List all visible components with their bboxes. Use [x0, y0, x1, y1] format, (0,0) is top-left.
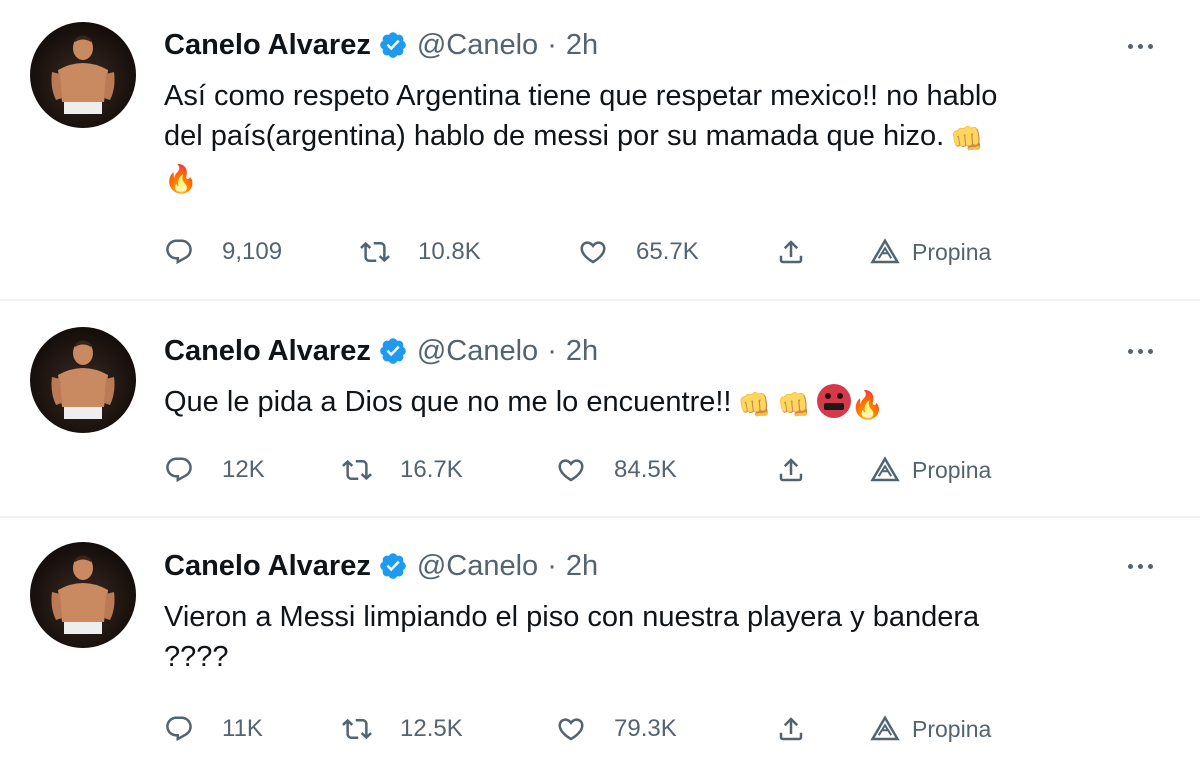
- retweet-icon: [342, 718, 372, 740]
- fire-emoji: 🔥: [164, 164, 198, 194]
- timestamp[interactable]: 2h: [566, 550, 598, 583]
- heart-icon: [558, 718, 584, 741]
- tweet-actions: 12K 16.7K 84.5K Propina: [164, 450, 1044, 490]
- more-horizontal-icon[interactable]: [1120, 26, 1160, 66]
- tweet[interactable]: Canelo Alvarez @Canelo · 2h Que le pida …: [0, 301, 1200, 517]
- share-button[interactable]: [776, 709, 806, 749]
- retweet-button[interactable]: 10.8K: [360, 232, 481, 272]
- tip-label: Propina: [912, 238, 992, 265]
- tweet-text-line: ????: [164, 641, 229, 673]
- author-name[interactable]: Canelo Alvarez: [164, 29, 371, 62]
- retweet-count: 12.5K: [400, 715, 463, 742]
- share-upload-icon: [779, 717, 803, 741]
- retweet-icon: [342, 459, 372, 481]
- tweet[interactable]: Canelo Alvarez @Canelo · 2h Vieron a Mes…: [0, 518, 1200, 767]
- author-name[interactable]: Canelo Alvarez: [164, 550, 371, 583]
- reply-bubble-icon: [166, 457, 192, 483]
- author-handle[interactable]: @Canelo: [417, 335, 538, 368]
- retweet-icon: [360, 241, 390, 263]
- tweet-text-line: Vieron a Messi limpiando el piso con nue…: [164, 601, 980, 633]
- avatar-photo: [51, 35, 115, 114]
- author-handle[interactable]: @Canelo: [417, 550, 538, 583]
- retweet-button[interactable]: 12.5K: [342, 709, 463, 749]
- fist-emoji: 👊: [950, 124, 984, 154]
- share-button[interactable]: [776, 450, 806, 490]
- retweet-count: 16.7K: [400, 456, 463, 483]
- reply-bubble-icon: [166, 239, 192, 265]
- more-horizontal-icon[interactable]: [1120, 546, 1160, 586]
- reply-count: 12K: [222, 456, 265, 483]
- fist-emoji: 👊: [777, 390, 811, 420]
- tip-triangle-icon: [870, 238, 900, 264]
- fire-emoji: 🔥: [850, 390, 885, 420]
- author-name[interactable]: Canelo Alvarez: [164, 335, 371, 368]
- share-upload-icon: [779, 458, 803, 482]
- verified-badge-icon: [380, 32, 406, 58]
- tip-label: Propina: [912, 456, 992, 483]
- verified-badge-icon: [380, 553, 406, 579]
- tweet-text: Así como respeto Argentina tiene que res…: [164, 76, 1164, 196]
- reply-button[interactable]: 11K: [164, 709, 263, 749]
- retweet-button[interactable]: 16.7K: [342, 450, 463, 490]
- tweet-text: Que le pida a Dios que no me lo encuentr…: [164, 382, 1164, 422]
- tweet-text-line: Que le pida a Dios que no me lo encuentr…: [164, 386, 732, 418]
- tip-label: Propina: [912, 715, 992, 742]
- avatar[interactable]: [30, 327, 136, 433]
- tweet-feed: Canelo Alvarez @Canelo · 2h Así como res…: [0, 0, 1200, 767]
- reply-button[interactable]: 12K: [164, 450, 265, 490]
- avatar[interactable]: [30, 542, 136, 648]
- tweet-text-line: Así como respeto Argentina tiene que res…: [164, 80, 998, 112]
- share-upload-icon: [779, 240, 803, 264]
- avatar-photo: [51, 340, 115, 419]
- tweet-actions: 11K 12.5K 79.3K Propina: [164, 709, 1044, 749]
- tweet[interactable]: Canelo Alvarez @Canelo · 2h Así como res…: [0, 0, 1200, 300]
- heart-icon: [580, 241, 606, 264]
- like-button[interactable]: 65.7K: [578, 232, 699, 272]
- retweet-count: 10.8K: [418, 238, 481, 265]
- reply-count: 9,109: [222, 238, 283, 265]
- timestamp[interactable]: 2h: [566, 29, 598, 62]
- separator-dot: ·: [547, 334, 557, 367]
- separator-dot: ·: [547, 549, 557, 582]
- tweet-header: Canelo Alvarez @Canelo · 2h: [164, 546, 598, 586]
- separator-dot: ·: [547, 28, 557, 61]
- avatar-photo: [51, 555, 115, 634]
- like-count: 79.3K: [614, 715, 677, 742]
- like-button[interactable]: 79.3K: [556, 709, 677, 749]
- more-horizontal-icon[interactable]: [1120, 331, 1160, 371]
- tweet-header: Canelo Alvarez @Canelo · 2h: [164, 25, 598, 65]
- angry-face-emoji: [816, 384, 851, 418]
- tweet-header: Canelo Alvarez @Canelo · 2h: [164, 331, 598, 371]
- heart-icon: [558, 459, 584, 482]
- tweet-text: Vieron a Messi limpiando el piso con nue…: [164, 597, 1164, 677]
- timestamp[interactable]: 2h: [566, 335, 598, 368]
- reply-bubble-icon: [166, 716, 192, 742]
- author-handle[interactable]: @Canelo: [417, 29, 538, 62]
- tweet-actions: 9,109 10.8K 65.7K Propina: [164, 232, 1044, 272]
- tip-triangle-icon: [870, 456, 900, 482]
- tip-button[interactable]: Propina: [870, 232, 991, 272]
- reply-count: 11K: [222, 715, 263, 742]
- share-button[interactable]: [776, 232, 806, 272]
- like-button[interactable]: 84.5K: [556, 450, 677, 490]
- tip-triangle-icon: [870, 715, 900, 741]
- like-count: 84.5K: [614, 456, 677, 483]
- tip-button[interactable]: Propina: [870, 709, 991, 749]
- tweet-text-line: del país(argentina) hablo de messi por s…: [164, 120, 945, 152]
- verified-badge-icon: [380, 338, 406, 364]
- avatar[interactable]: [30, 22, 136, 128]
- reply-button[interactable]: 9,109: [164, 232, 282, 272]
- like-count: 65.7K: [636, 238, 699, 265]
- fist-emoji: 👊: [737, 390, 772, 420]
- tip-button[interactable]: Propina: [870, 450, 991, 490]
